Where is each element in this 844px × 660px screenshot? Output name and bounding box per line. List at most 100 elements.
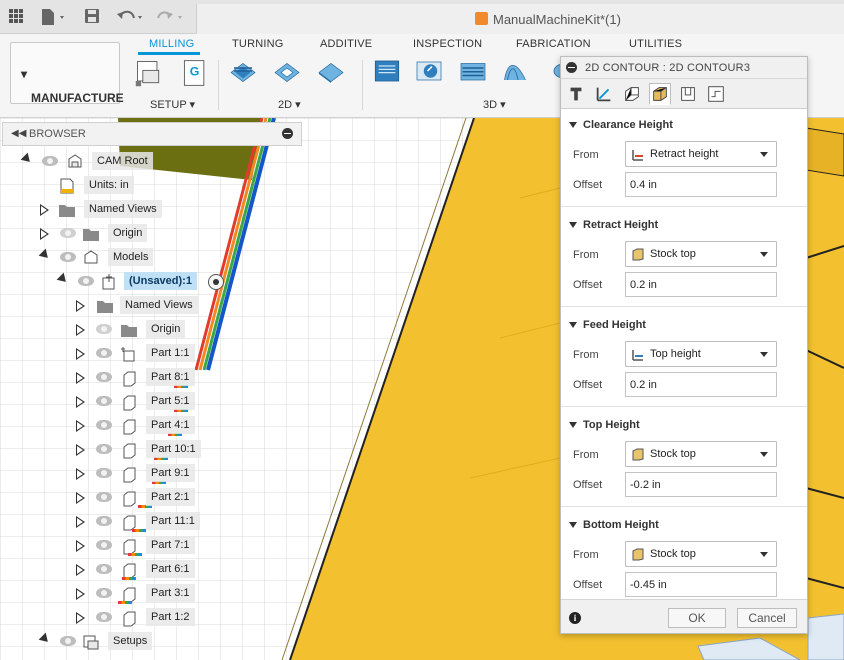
visibility-eye-icon[interactable] [96,492,112,502]
tree-item-part[interactable]: Part 1:2 [18,607,218,629]
heights-tab-icon[interactable] [649,83,671,105]
section-retract-height[interactable]: Retract Height [569,219,799,235]
info-icon[interactable]: i [569,612,581,624]
expand-arrow-icon[interactable] [76,612,85,624]
app-grid-icon[interactable] [8,8,24,26]
tree-item-setups[interactable]: Setups [18,631,218,653]
tree-item-unsaved-component[interactable]: (Unsaved):1 [18,271,238,293]
tree-item-part[interactable]: Part 8:1 [18,367,218,389]
activate-component-radio[interactable] [208,274,224,290]
tree-item-part[interactable]: Part 10:1 [18,439,218,461]
expand-arrow-icon[interactable] [40,204,49,216]
visibility-eye-icon[interactable] [60,636,76,646]
document-tab[interactable]: ManualMachineKit*(1) [196,4,844,34]
dialog-minimize-icon[interactable] [566,62,577,73]
bottom-from-select[interactable]: Stock top [625,541,777,567]
tree-item-named-views[interactable]: Named Views [18,199,218,221]
nc-program-icon[interactable]: G [180,58,210,88]
visibility-eye-icon[interactable] [96,372,112,382]
retract-offset-input[interactable] [625,272,777,297]
geometry-tab-icon[interactable] [593,83,615,105]
3d-adaptive-icon[interactable] [372,56,402,86]
tab-turning[interactable]: TURNING [232,38,284,50]
visibility-eye-icon[interactable] [96,420,112,430]
visibility-eye-icon[interactable] [42,156,58,166]
visibility-eye-icon[interactable] [60,252,76,262]
tree-item-named-views-nested[interactable]: Named Views [18,295,218,317]
setup-group-label[interactable]: SETUP [150,99,186,111]
collapse-triangle-icon[interactable] [569,122,577,129]
2d-adaptive-icon[interactable] [228,56,258,86]
visibility-eye-icon[interactable] [96,444,112,454]
retract-from-select[interactable]: Stock top [625,241,777,267]
visibility-eye-icon[interactable] [96,564,112,574]
tree-item-part[interactable]: Part 11:1 [18,511,218,533]
tree-item-units[interactable]: Units: in [18,175,218,197]
section-bottom-height[interactable]: Bottom Height [569,519,799,535]
passes-tab-icon[interactable] [677,83,699,105]
face-icon[interactable] [316,56,346,86]
expand-arrow-icon[interactable] [76,564,85,576]
expand-arrow-icon[interactable] [76,492,85,504]
collapse-browser-icon[interactable]: ◀◀ [11,128,26,139]
section-top-height[interactable]: Top Height [569,419,799,435]
clearance-from-select[interactable]: Retract height [625,141,777,167]
visibility-eye-icon[interactable] [96,540,112,550]
expand-arrow-icon[interactable] [76,540,85,552]
expand-arrow-icon[interactable] [38,248,52,262]
tree-item-part[interactable]: Part 5:1 [18,391,218,413]
collapse-triangle-icon[interactable] [569,222,577,229]
visibility-eye-icon[interactable] [96,612,112,622]
expand-arrow-icon[interactable] [38,632,52,646]
tab-inspection[interactable]: INSPECTION [413,38,482,50]
expand-arrow-icon[interactable] [40,228,49,240]
tree-item-part[interactable]: Part 6:1 [18,559,218,581]
bottom-offset-input[interactable] [625,572,777,597]
3d-pocket-icon[interactable] [414,56,444,86]
tab-fabrication[interactable]: FABRICATION [516,38,591,50]
browser-minimize-icon[interactable] [282,128,293,139]
tab-additive[interactable]: ADDITIVE [320,38,372,50]
tree-item-cam-root[interactable]: CAM Root [18,151,218,173]
new-setup-icon[interactable] [134,58,164,88]
expand-arrow-icon[interactable] [76,324,85,336]
undo-icon[interactable] [116,8,148,26]
dialog-title-bar[interactable]: 2D CONTOUR : 2D CONTOUR3 [561,57,807,79]
expand-arrow-icon[interactable] [20,152,34,166]
expand-arrow-icon[interactable] [76,588,85,600]
visibility-eye-icon[interactable] [96,396,112,406]
collapse-triangle-icon[interactable] [569,422,577,429]
tab-milling[interactable]: MILLING [149,38,194,50]
2d-group-label[interactable]: 2D [278,99,292,111]
visibility-eye-off-icon[interactable] [96,324,112,334]
tree-item-models[interactable]: Models [18,247,218,269]
2d-pocket-icon[interactable] [272,56,302,86]
expand-arrow-icon[interactable] [76,444,85,456]
visibility-eye-icon[interactable] [78,276,94,286]
expand-arrow-icon[interactable] [76,516,85,528]
expand-arrow-icon[interactable] [56,272,70,286]
expand-arrow-icon[interactable] [76,420,85,432]
tree-item-origin-nested[interactable]: Origin [18,319,218,341]
tool-tab-icon[interactable] [565,83,587,105]
expand-arrow-icon[interactable] [76,348,85,360]
redo-icon[interactable] [156,8,188,26]
top-offset-input[interactable] [625,472,777,497]
steep-shallow-icon[interactable] [458,56,488,86]
section-clearance-height[interactable]: Clearance Height [569,119,799,135]
expand-arrow-icon[interactable] [76,396,85,408]
visibility-eye-icon[interactable] [96,588,112,598]
tree-item-part[interactable]: Part 3:1 [18,583,218,605]
parallel-icon[interactable] [500,56,530,86]
tree-item-part[interactable]: Part 2:1 [18,487,218,509]
top-from-select[interactable]: Stock top [625,441,777,467]
visibility-eye-icon[interactable] [96,516,112,526]
expand-arrow-icon[interactable] [76,372,85,384]
ok-button[interactable]: OK [668,608,726,628]
cancel-button[interactable]: Cancel [737,608,797,628]
workspace-switcher[interactable]: MANUFACTURE ▾ [10,42,124,105]
tree-item-part[interactable]: Part 9:1 [18,463,218,485]
visibility-eye-icon[interactable] [96,468,112,478]
tree-item-part[interactable]: Part 4:1 [18,415,218,437]
feed-offset-input[interactable] [625,372,777,397]
